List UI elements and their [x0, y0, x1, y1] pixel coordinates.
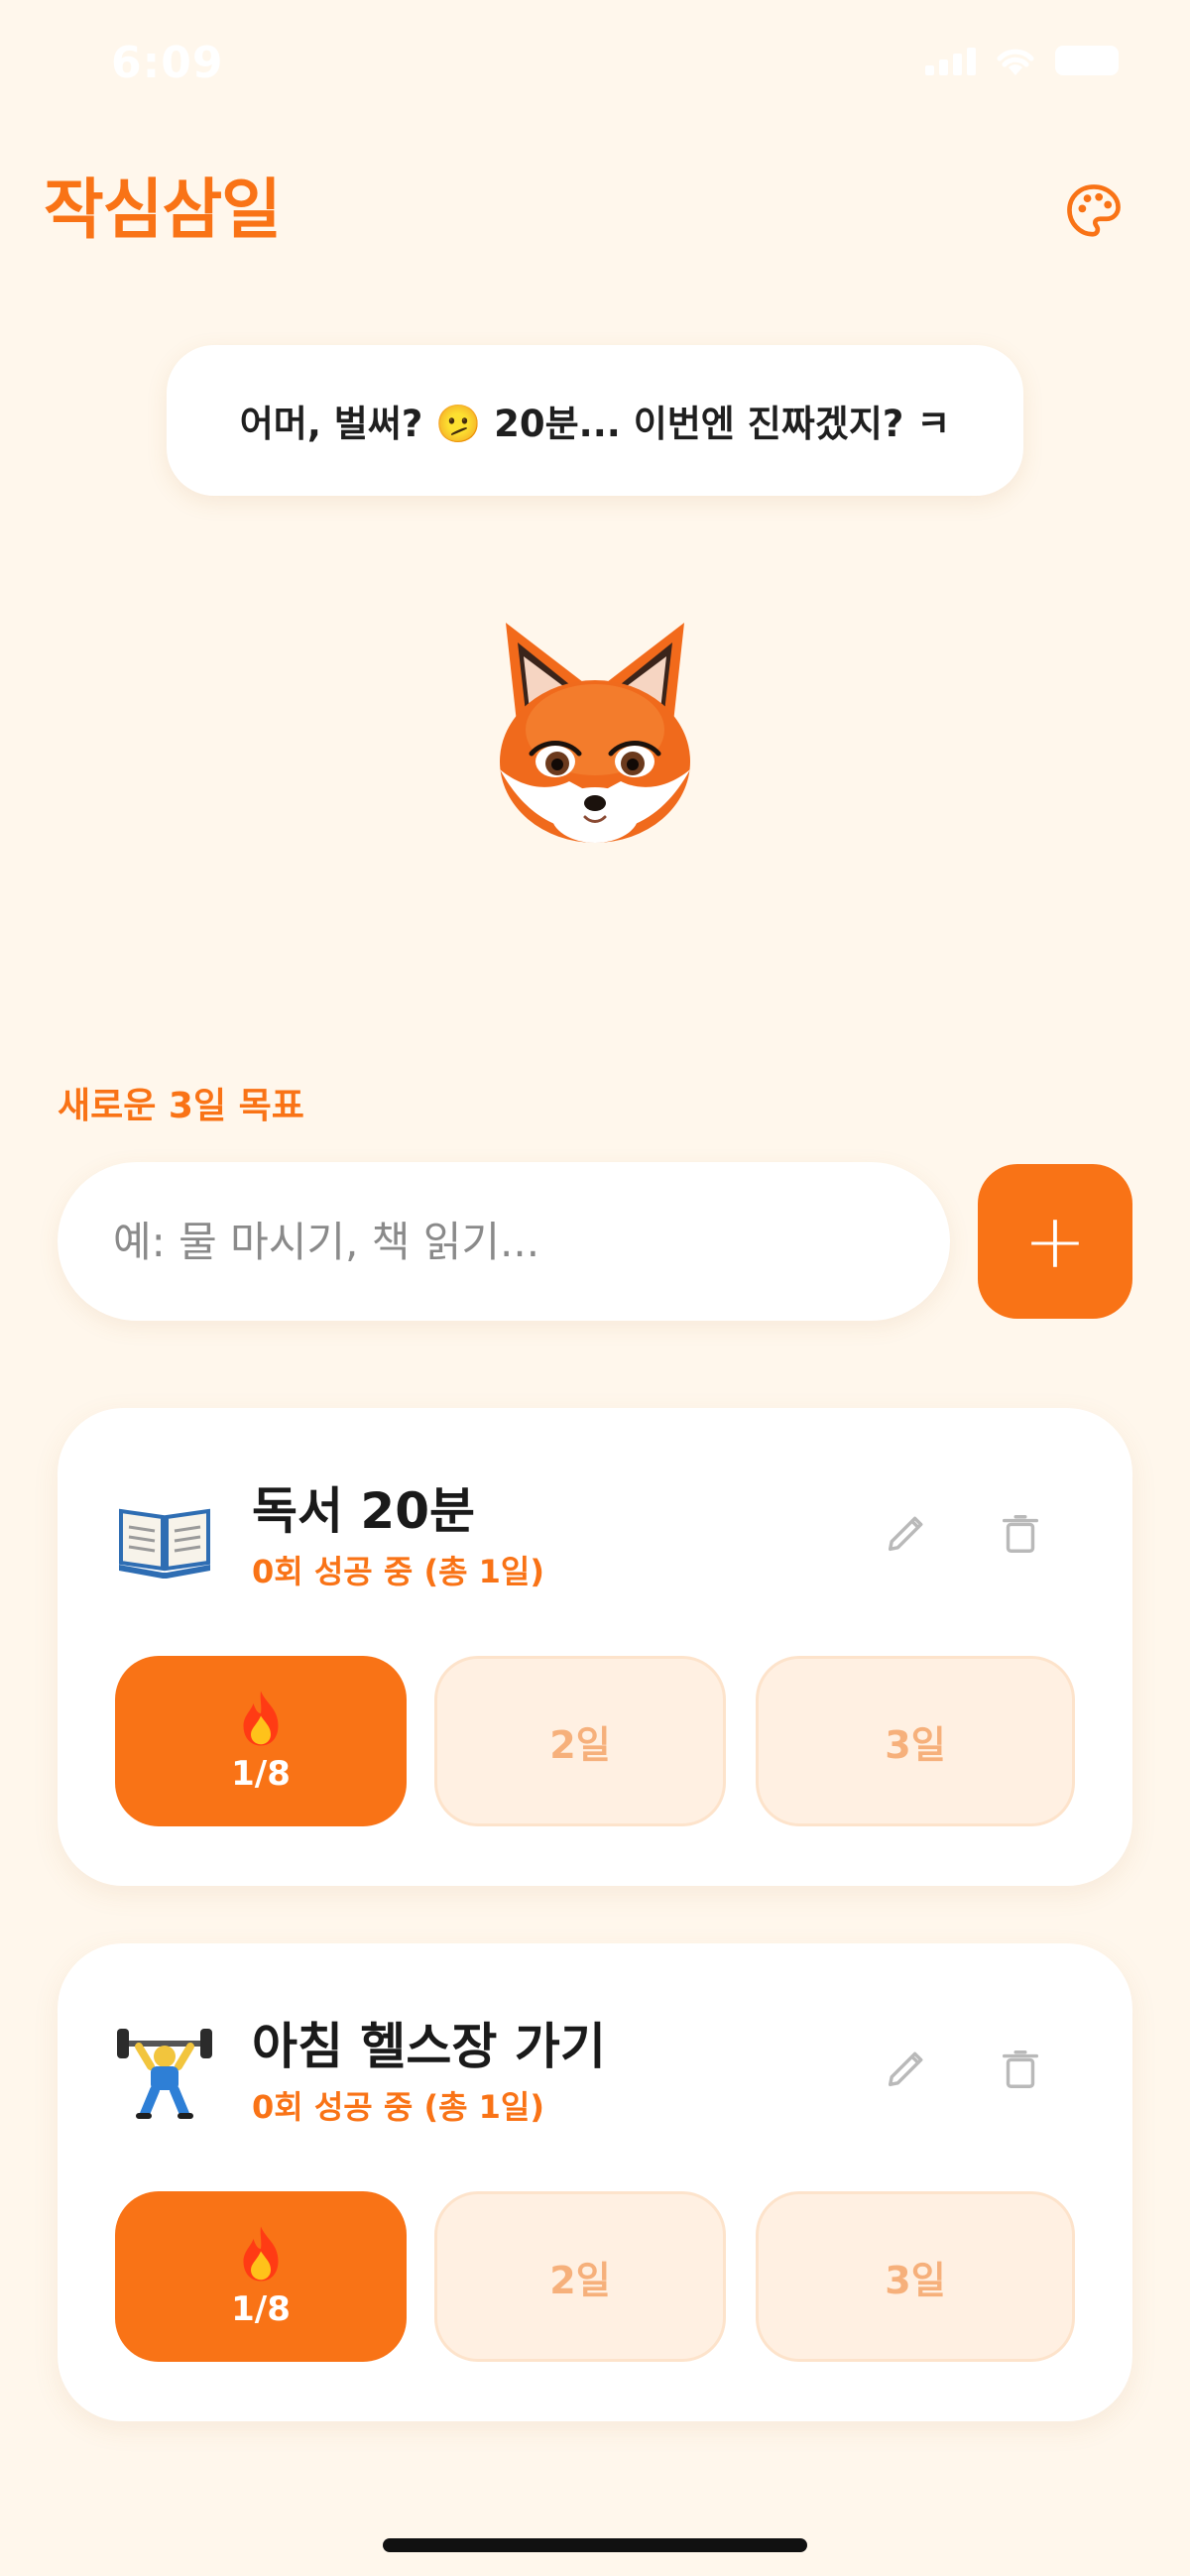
flame-icon: [243, 2226, 279, 2282]
day-1-button[interactable]: 1/8: [115, 2191, 407, 2362]
day-3-button[interactable]: 3일: [756, 2191, 1075, 2362]
battery-icon: [1055, 46, 1119, 75]
edit-button[interactable]: [875, 2039, 936, 2100]
day-2-button[interactable]: 2일: [434, 1656, 726, 1826]
bubble-message: 어머, 벌써? 🫤 20분... 이번엔 진짜겠지? ㅋ: [239, 403, 951, 445]
day-1-progress: 1/8: [231, 1754, 291, 1794]
day-2-label: 2일: [549, 2258, 611, 2302]
status-time: 6:09: [111, 38, 224, 88]
theme-palette-button[interactable]: [1059, 176, 1129, 246]
day-2-label: 2일: [549, 1722, 611, 1767]
status-bar: 6:09: [0, 0, 1190, 129]
pencil-icon: [888, 2051, 923, 2087]
palette-icon: [1067, 184, 1121, 237]
day-3-label: 3일: [885, 2258, 946, 2302]
signal-icon: [925, 46, 976, 75]
speech-bubble: 어머, 벌써? 🫤 20분... 이번엔 진짜겠지? ㅋ: [167, 345, 1023, 496]
weightlifter-icon: [117, 2029, 212, 2119]
trash-icon: [1002, 1515, 1039, 1553]
pencil-icon: [888, 1516, 923, 1552]
day-3-button[interactable]: 3일: [756, 1656, 1075, 1826]
app-title: 작심삼일: [44, 172, 282, 248]
delete-button[interactable]: [990, 1503, 1051, 1565]
goal-title: 독서 20분: [252, 1482, 475, 1540]
edit-button[interactable]: [875, 1503, 936, 1565]
home-indicator: [383, 2538, 807, 2552]
day-2-button[interactable]: 2일: [434, 2191, 726, 2362]
day-3-label: 3일: [885, 1722, 946, 1767]
day-1-button[interactable]: 1/8: [115, 1656, 407, 1826]
goal-input[interactable]: [58, 1162, 950, 1321]
trash-icon: [1002, 2050, 1039, 2088]
goal-card: 독서 20분 0회 성공 중 (총 1일) 1/8 2일 3일: [58, 1408, 1132, 1886]
new-goal-label: 새로운 3일 목표: [58, 1086, 304, 1126]
status-icons: [925, 44, 1119, 77]
day-1-progress: 1/8: [231, 2289, 291, 2329]
goal-streak-text: 0회 성공 중 (총 1일): [252, 2088, 544, 2126]
goal-title: 아침 헬스장 가기: [252, 2018, 606, 2075]
add-goal-button[interactable]: +: [978, 1164, 1132, 1319]
app-screen: 6:09 작심삼일 어머, 벌써? 🫤 20분... 이번엔 진짜겠지? ㅋ 새…: [0, 0, 1190, 2576]
delete-button[interactable]: [990, 2039, 1051, 2100]
goal-card: 아침 헬스장 가기 0회 성공 중 (총 1일) 1/8 2일 3일: [58, 1943, 1132, 2421]
wifi-icon: [997, 49, 1034, 75]
flame-icon: [243, 1691, 279, 1746]
goal-streak-text: 0회 성공 중 (총 1일): [252, 1553, 544, 1590]
book-icon: [119, 1508, 210, 1579]
fox-icon: [500, 623, 690, 843]
